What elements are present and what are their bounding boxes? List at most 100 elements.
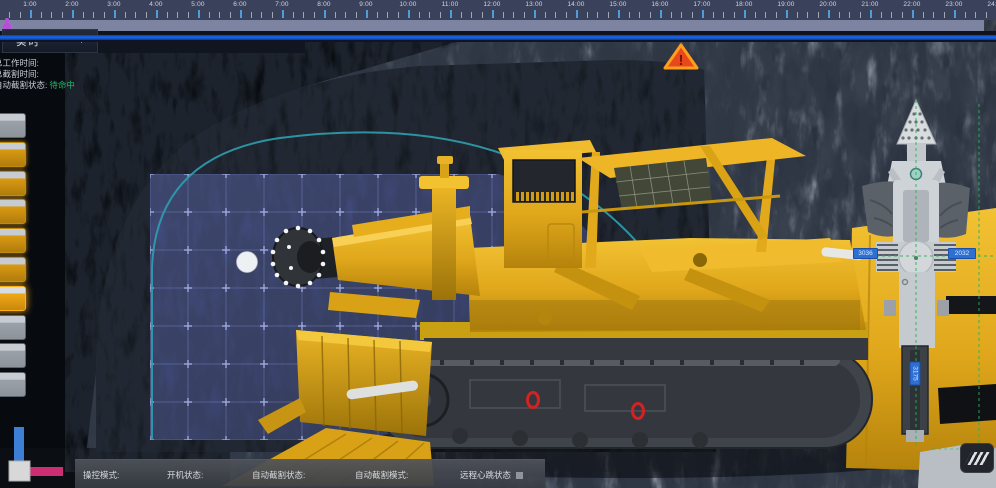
timeline-minor-tick [125,12,126,18]
timeline-hour-tick [366,10,368,18]
timeline-minor-tick [20,12,21,18]
viewpoint-preset-item[interactable] [0,199,26,224]
timeline-minor-tick [93,12,94,18]
timeline-minor-tick [104,12,105,18]
timeline-minor-tick [849,12,850,18]
timeline-hour-tick [576,10,578,18]
status-label: 总工作时间: [0,58,39,68]
timeline-minor-tick [513,12,514,18]
timeline-minor-tick [303,12,304,18]
axis-y-blue[interactable] [14,427,24,465]
status-bar-item: 操控模式: [83,469,119,481]
timeline-minor-tick [335,12,336,18]
timeline-hour-label: 16:00 [651,1,668,8]
timeline-hour-tick [72,10,74,18]
timeline-hour-label: 13:00 [525,1,542,8]
timeline-minor-tick [902,12,903,18]
axis-x-pink[interactable] [29,467,63,476]
pen-stripes-icon [964,452,990,465]
timeline-minor-tick [419,12,420,18]
timeline-minor-tick [629,12,630,18]
timeline-hour-tick [408,10,410,18]
timeline-hour-tick [324,10,326,18]
viewpoint-preset-item[interactable] [0,113,26,138]
timeline-minor-tick [345,12,346,18]
timeline-minor-tick [986,12,987,18]
timeline-minor-tick [461,12,462,18]
timeline-hour-label: 24:00 [987,1,996,8]
timeline-hour-label: 5:00 [191,1,204,8]
timeline-hour-label: 1:00 [23,1,36,8]
viewpoint-preset-item[interactable] [0,142,26,167]
viewpoint-preset-item[interactable] [0,343,26,368]
timeline-minor-tick [839,12,840,18]
timeline-minor-tick [671,12,672,18]
timeline-hour-tick [534,10,536,18]
timeline-minor-tick [293,12,294,18]
viewpoint-preset-item[interactable] [0,372,26,397]
timeline-hour-label: 15:00 [609,1,626,8]
timeline-hour-label: 14:00 [567,1,584,8]
timeline-hour-label: 8:00 [317,1,330,8]
distance-badge-vertical: 3175 [910,362,921,386]
timeline-hour-label: 3:00 [107,1,120,8]
distance-badge-left: 3036 [853,248,878,259]
timeline-minor-tick [891,12,892,18]
timeline-hour-tick [828,10,830,18]
timeline-minor-tick [135,12,136,18]
timeline-minor-tick [272,12,273,18]
timeline-range-band[interactable] [0,20,984,31]
status-line: 自动截割状态:待命中 [0,80,75,91]
timeline-hour-tick [702,10,704,18]
timeline-minor-tick [776,12,777,18]
timeline-minor-tick [807,12,808,18]
status-panel: 总工作时间:总截割时间:自动截割状态:待命中 [0,58,75,91]
timeline-minor-tick [692,12,693,18]
timeline-minor-tick [545,12,546,18]
viewpoint-preset-item[interactable] [0,257,26,282]
timeline-minor-tick [681,12,682,18]
timeline-hour-label: 21:00 [861,1,878,8]
timeline-hour-label: 4:00 [149,1,162,8]
timeline-hour-tick [492,10,494,18]
timeline-hour-tick [954,10,956,18]
timeline-hour-label: 6:00 [233,1,246,8]
timeline-minor-tick [167,12,168,18]
viewpoint-preset-item[interactable] [0,315,26,340]
viewpoint-preset-item[interactable] [0,286,26,311]
status-bar-item: 自动截割状态: [252,469,305,481]
timeline-minor-tick [650,12,651,18]
timeline-hour-label: 18:00 [735,1,752,8]
warning-alert-icon[interactable]: ! [662,42,700,72]
timeline-hour-label: 23:00 [945,1,962,8]
warning-exclamation: ! [679,52,684,69]
timeline-hour-tick [618,10,620,18]
annotate-tool-button[interactable] [960,443,994,473]
timeline-minor-tick [377,12,378,18]
axis-gizmo[interactable] [0,420,80,488]
timeline-hour-label: 10:00 [399,1,416,8]
status-label: 总截割时间: [0,69,39,79]
remote-mining-console: 00:001:002:003:004:005:006:007:008:009:0… [0,0,996,488]
viewpoint-preset-item[interactable] [0,171,26,196]
timeline-hour-tick [156,10,158,18]
timeline-minor-tick [41,12,42,18]
timeline-hour-label: 17:00 [693,1,710,8]
status-line: 总截割时间: [0,69,75,80]
timeline-minor-tick [9,12,10,18]
axis-origin-cube[interactable] [9,461,30,481]
tunnel-3d-viewport[interactable] [0,0,996,488]
viewpoint-preset-item[interactable] [0,228,26,253]
timeline-minor-tick [51,12,52,18]
timeline-hour-tick [870,10,872,18]
timeline-minor-tick [566,12,567,18]
timeline-minor-tick [734,12,735,18]
timeline-ruler[interactable]: 00:001:002:003:004:005:006:007:008:009:0… [0,0,996,40]
timeline-minor-tick [83,12,84,18]
timeline-minor-tick [797,12,798,18]
timeline-hour-tick [450,10,452,18]
timeline-hour-label: 22:00 [903,1,920,8]
timeline-minor-tick [713,12,714,18]
timeline-hour-label: 12:00 [483,1,500,8]
timeline-minor-tick [933,12,934,18]
